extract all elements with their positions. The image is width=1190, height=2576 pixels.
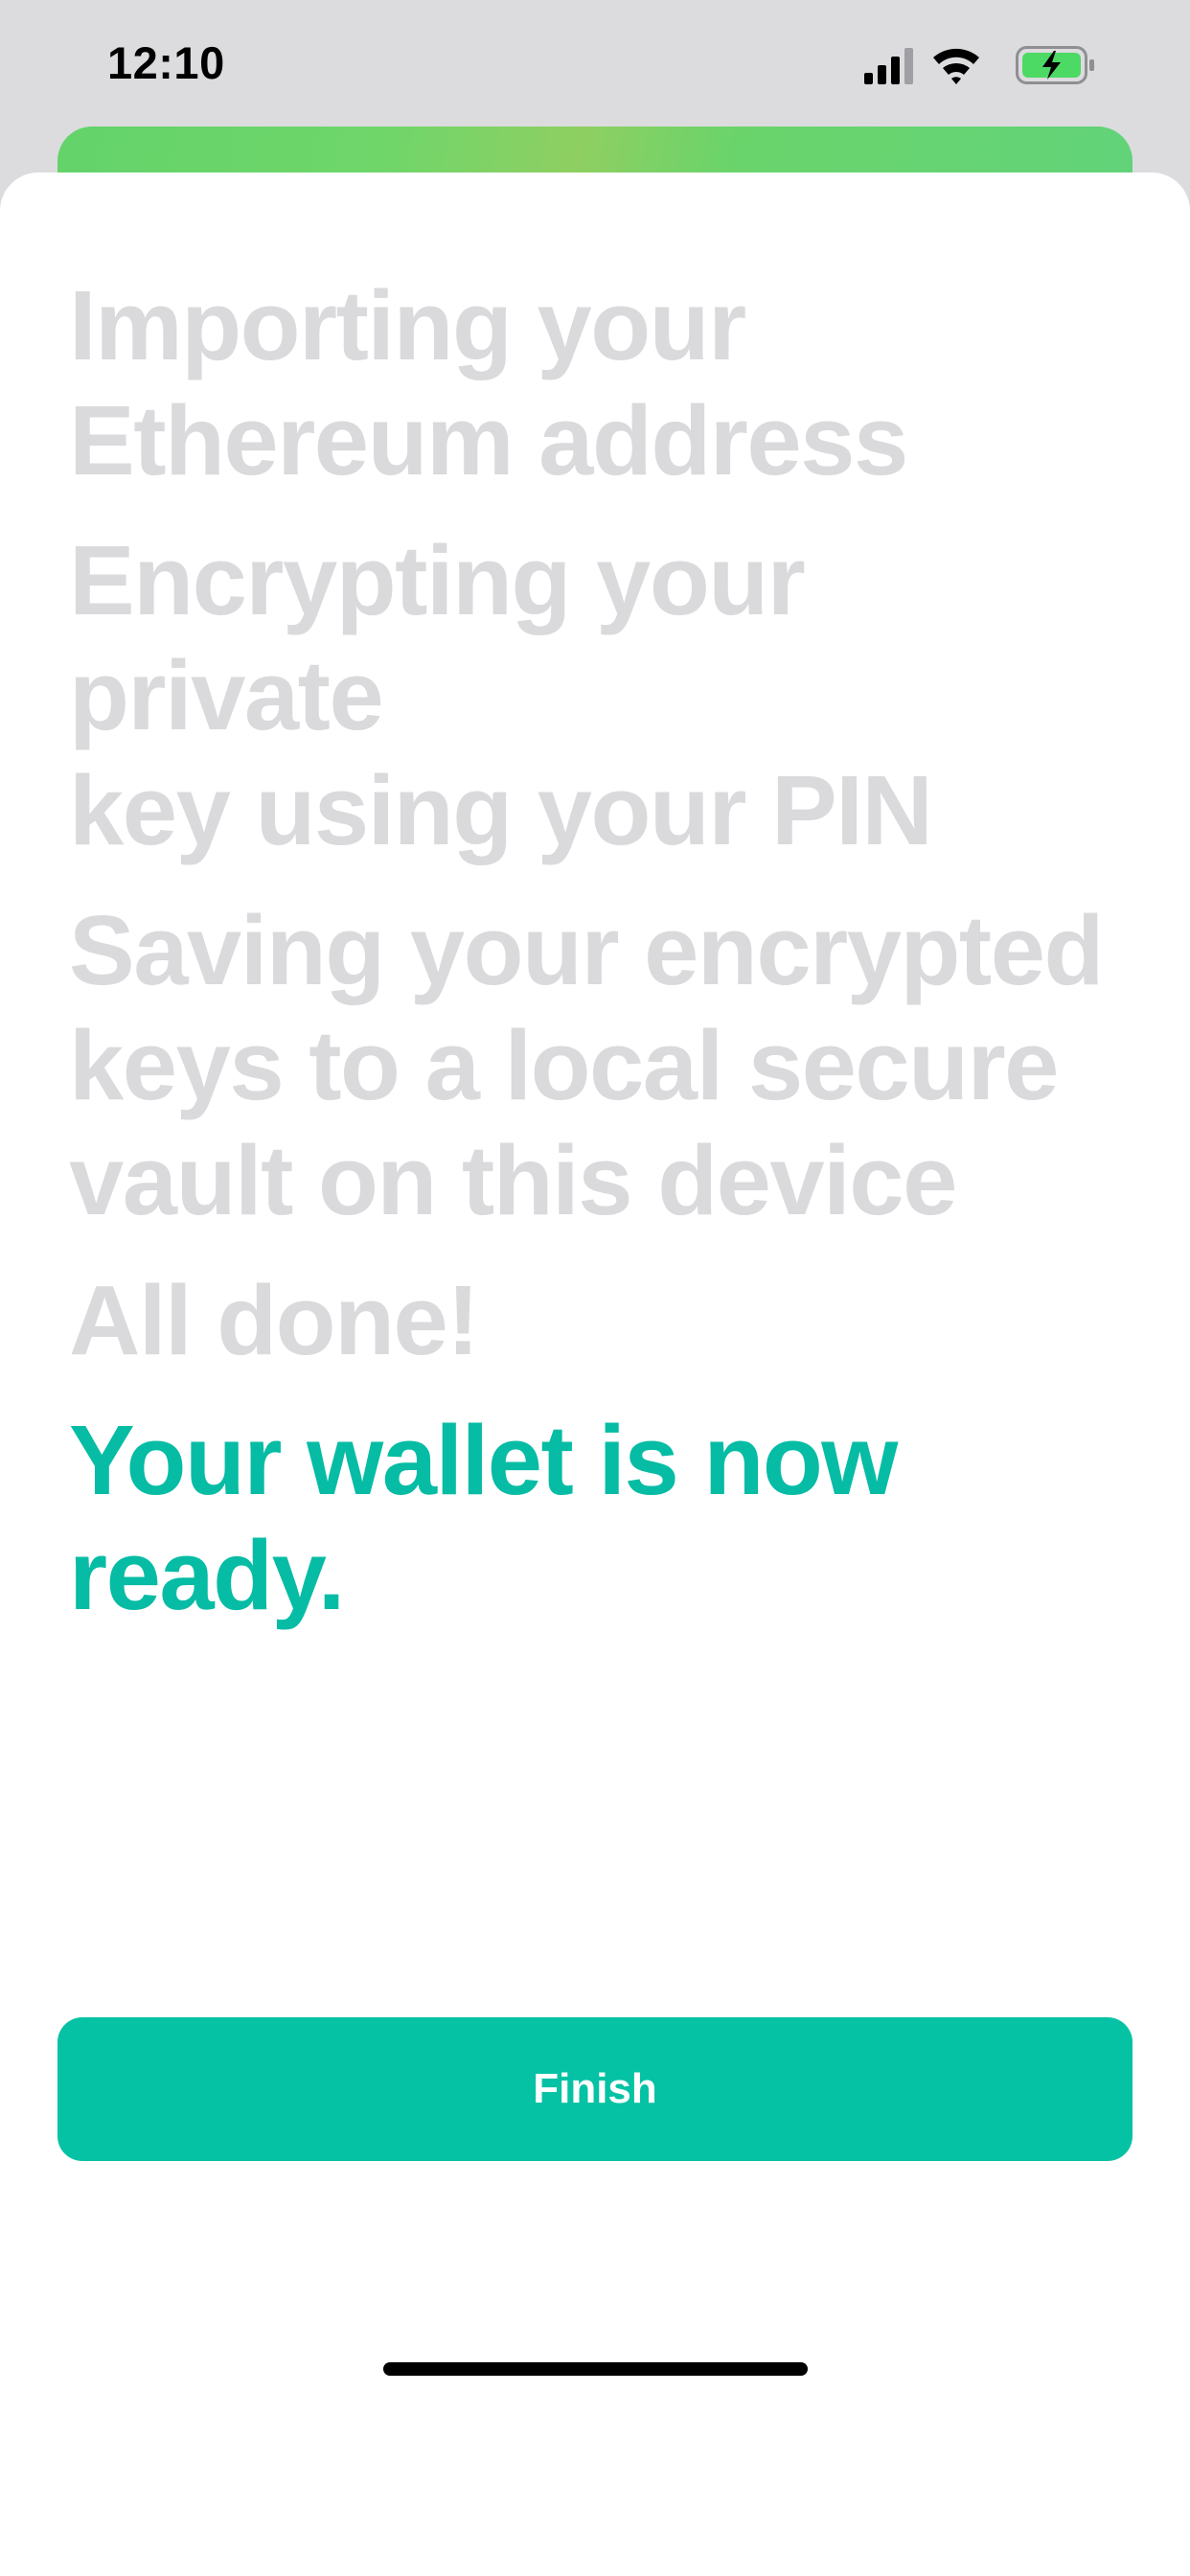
step-wallet-ready: Your wallet is now ready.: [69, 1405, 898, 1630]
step-importing-address: Importing your Ethereum address: [69, 270, 908, 495]
progress-steps: Importing your Ethereum address Encrypti…: [69, 268, 1133, 1658]
step-all-done: All done!: [69, 1265, 480, 1375]
step-saving-keys: Saving your encrypted keys to a local se…: [69, 895, 1104, 1235]
wifi-icon: [933, 48, 979, 84]
cellular-signal-icon: [864, 48, 913, 84]
finish-button[interactable]: Finish: [57, 2017, 1133, 2161]
battery-charging-icon: [1016, 46, 1094, 84]
progress-sheet: Importing your Ethereum address Encrypti…: [0, 172, 1190, 2576]
status-bar: 12:10: [0, 0, 1190, 134]
home-indicator: [383, 2362, 808, 2376]
status-time: 12:10: [107, 37, 225, 88]
status-icons: [864, 44, 1133, 86]
step-encrypting-key: Encrypting your private key using your P…: [69, 525, 933, 865]
